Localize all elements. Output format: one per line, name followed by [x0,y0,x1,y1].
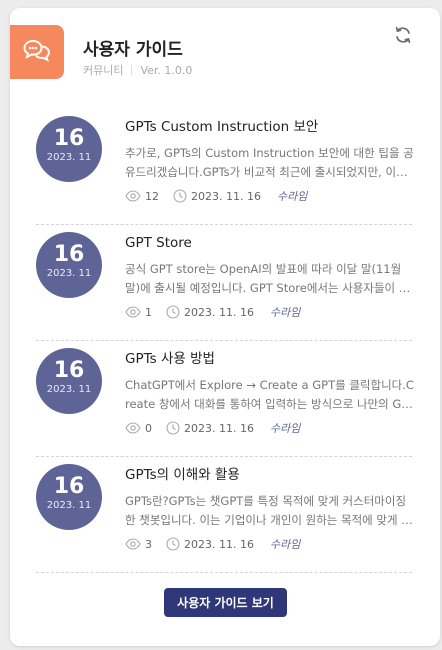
date-value: 2023. 11. 16 [191,189,261,203]
item-title[interactable]: GPTs의 이해와 활용 [125,465,415,485]
date-circle: 16 2023. 11 [36,464,102,530]
views-count: 3 [125,538,152,551]
item-description: 추가로, GPTs의 Custom Instruction 보안에 대한 팁을 … [125,146,414,179]
eye-icon [125,538,141,550]
clock-icon [166,305,180,319]
item-description: 공식 GPT store는 OpenAI의 발표에 따라 이달 말(11월 말)… [125,262,410,295]
item-meta: 1 2023. 11. 16 수라임 [125,304,415,320]
item-content: GPTs Custom Instruction 보안 추가로, GPTs의 Cu… [125,117,415,204]
author-name: 수라임 [269,538,301,551]
item-content: GPT Store 공식 GPT store는 OpenAI의 발표에 따라 이… [125,233,415,320]
date-year-month: 2023. 11 [46,500,92,511]
item-description: ChatGPT에서 Explore → Create a GPT를 클릭합니다.… [125,378,414,411]
list-item[interactable]: 16 2023. 11 GPTs의 이해와 활용 GPTs란?GPTs는 챗GP… [36,457,412,573]
guide-list: 16 2023. 11 GPTs Custom Instruction 보안 추… [36,109,415,573]
views-value: 0 [145,421,152,435]
item-meta: 12 2023. 11. 16 수라임 [125,188,415,204]
divider [131,65,133,75]
date-day: 16 [53,242,85,267]
item-title[interactable]: GPTs Custom Instruction 보안 [125,117,415,137]
item-content: GPTs의 이해와 활용 GPTs란?GPTs는 챗GPT를 특정 목적에 맞게… [125,465,415,552]
views-value: 1 [145,305,152,319]
version-label: Ver. 1.0.0 [140,63,193,77]
author-name: 수라임 [269,422,301,435]
refresh-icon[interactable] [393,25,413,45]
clock-icon [166,421,180,435]
author-name: 수라임 [269,306,301,319]
date-value: 2023. 11. 16 [184,305,254,319]
category-label: 커뮤니티 [83,64,124,77]
views-value: 3 [145,537,152,551]
item-description: GPTs란?GPTs는 챗GPT를 특정 목적에 맞게 커스터마이징한 챗봇입니… [125,494,412,527]
date-day: 16 [53,358,85,383]
list-item[interactable]: 16 2023. 11 GPT Store 공식 GPT store는 Open… [36,225,412,341]
item-title[interactable]: GPTs 사용 방법 [125,349,415,369]
page-title: 사용자 가이드 [83,40,183,60]
date-value: 2023. 11. 16 [184,537,254,551]
eye-icon [125,422,141,434]
eye-icon [125,190,141,202]
header-badge [10,25,64,79]
post-date: 2023. 11. 16 [166,537,254,551]
views-count: 12 [125,190,159,203]
date-year-month: 2023. 11 [46,152,92,163]
date-day: 16 [53,126,85,151]
list-item[interactable]: 16 2023. 11 GPTs 사용 방법 ChatGPT에서 Explore… [36,341,415,457]
subtitle: 커뮤니티 Ver. 1.0.0 [83,62,192,78]
date-circle: 16 2023. 11 [36,348,102,414]
date-circle: 16 2023. 11 [36,232,102,298]
post-date: 2023. 11. 16 [166,421,254,435]
item-title[interactable]: GPT Store [125,233,415,253]
item-meta: 0 2023. 11. 16 수라임 [125,420,415,436]
post-date: 2023. 11. 16 [166,305,254,319]
item-meta: 3 2023. 11. 16 수라임 [125,536,415,552]
eye-icon [125,306,141,318]
date-circle: 16 2023. 11 [36,116,102,182]
user-guide-card: 사용자 가이드 커뮤니티 Ver. 1.0.0 16 2023. 11 GPTs… [10,8,440,646]
post-date: 2023. 11. 16 [173,189,261,203]
date-year-month: 2023. 11 [46,384,92,395]
view-user-guide-button[interactable]: 사용자 가이드 보기 [164,588,287,617]
views-count: 0 [125,422,152,435]
views-count: 1 [125,306,152,319]
chat-bubbles-icon [23,38,51,66]
author-name: 수라임 [276,190,308,203]
list-item[interactable]: 16 2023. 11 GPTs Custom Instruction 보안 추… [36,109,415,225]
date-day: 16 [53,474,85,499]
item-content: GPTs 사용 방법 ChatGPT에서 Explore → Create a … [125,349,415,436]
views-value: 12 [145,189,159,203]
date-year-month: 2023. 11 [46,268,92,279]
clock-icon [166,537,180,551]
clock-icon [173,189,187,203]
date-value: 2023. 11. 16 [184,421,254,435]
